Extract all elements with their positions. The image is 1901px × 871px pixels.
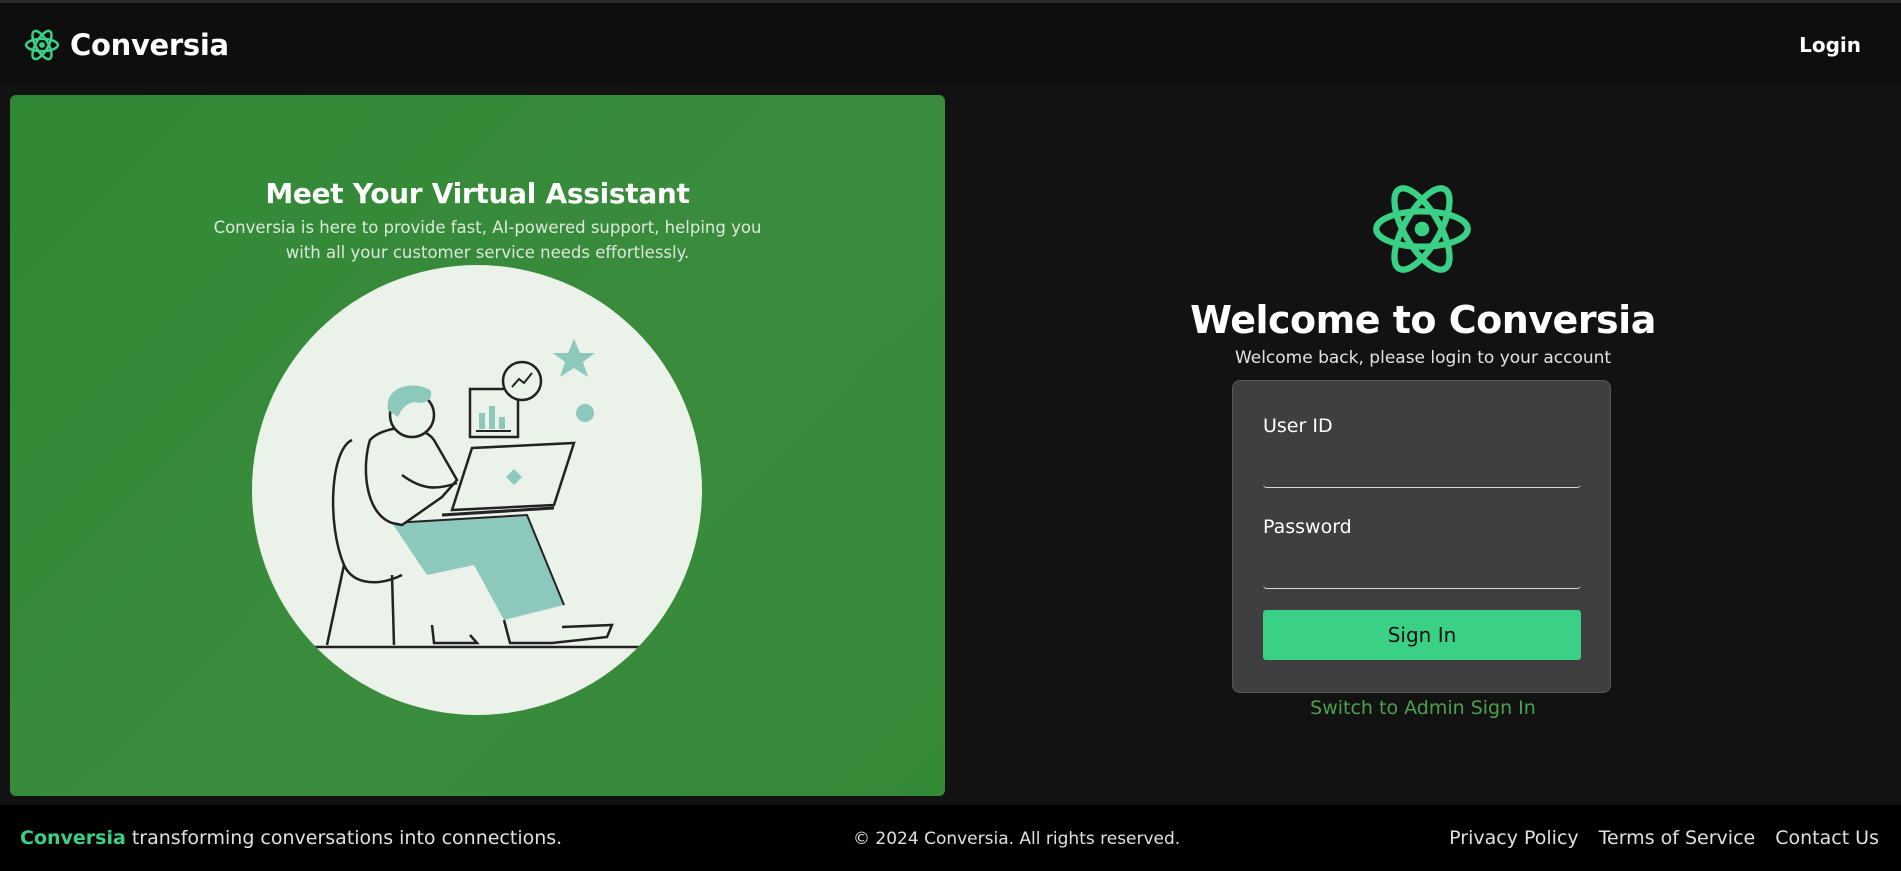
footer: Conversia transforming conversations int… (0, 805, 1901, 871)
atom-logo-icon (1373, 185, 1471, 273)
brand-name: Conversia (70, 28, 229, 62)
top-navbar: Conversia Login (0, 3, 1901, 85)
user-id-label: User ID (1263, 415, 1333, 437)
footer-links: Privacy Policy Terms of Service Contact … (1429, 827, 1879, 849)
footer-tagline-text: transforming conversations into connecti… (125, 827, 563, 849)
brand[interactable]: Conversia (24, 27, 229, 63)
footer-copyright: © 2024 Conversia. All rights reserved. (853, 829, 1181, 849)
terms-of-service-link[interactable]: Terms of Service (1599, 827, 1756, 849)
contact-us-link[interactable]: Contact Us (1775, 827, 1879, 849)
login-title: Welcome to Conversia (1190, 298, 1656, 342)
person-with-laptop-illustration (302, 339, 642, 649)
hero-panel: Meet Your Virtual Assistant Conversia is… (10, 95, 945, 796)
switch-admin-link[interactable]: Switch to Admin Sign In (945, 697, 1901, 719)
login-form: User ID Password Sign In (1232, 380, 1611, 693)
login-subtitle: Welcome back, please login to your accou… (1234, 348, 1612, 368)
password-field[interactable] (1263, 555, 1581, 589)
footer-tagline: Conversia transforming conversations int… (20, 827, 562, 849)
hero-title: Meet Your Virtual Assistant (265, 177, 690, 210)
user-id-field[interactable] (1263, 454, 1581, 488)
login-area: Welcome to Conversia Welcome back, pleas… (945, 85, 1901, 805)
sign-in-button[interactable]: Sign In (1263, 610, 1581, 660)
atom-logo-icon (24, 29, 60, 61)
hero-subtitle: Conversia is here to provide fast, AI-po… (213, 218, 762, 262)
footer-brand: Conversia (20, 827, 126, 849)
password-label: Password (1263, 516, 1352, 538)
hero-illustration (252, 265, 702, 715)
privacy-policy-link[interactable]: Privacy Policy (1449, 827, 1578, 849)
nav-login-link[interactable]: Login (1799, 33, 1861, 57)
